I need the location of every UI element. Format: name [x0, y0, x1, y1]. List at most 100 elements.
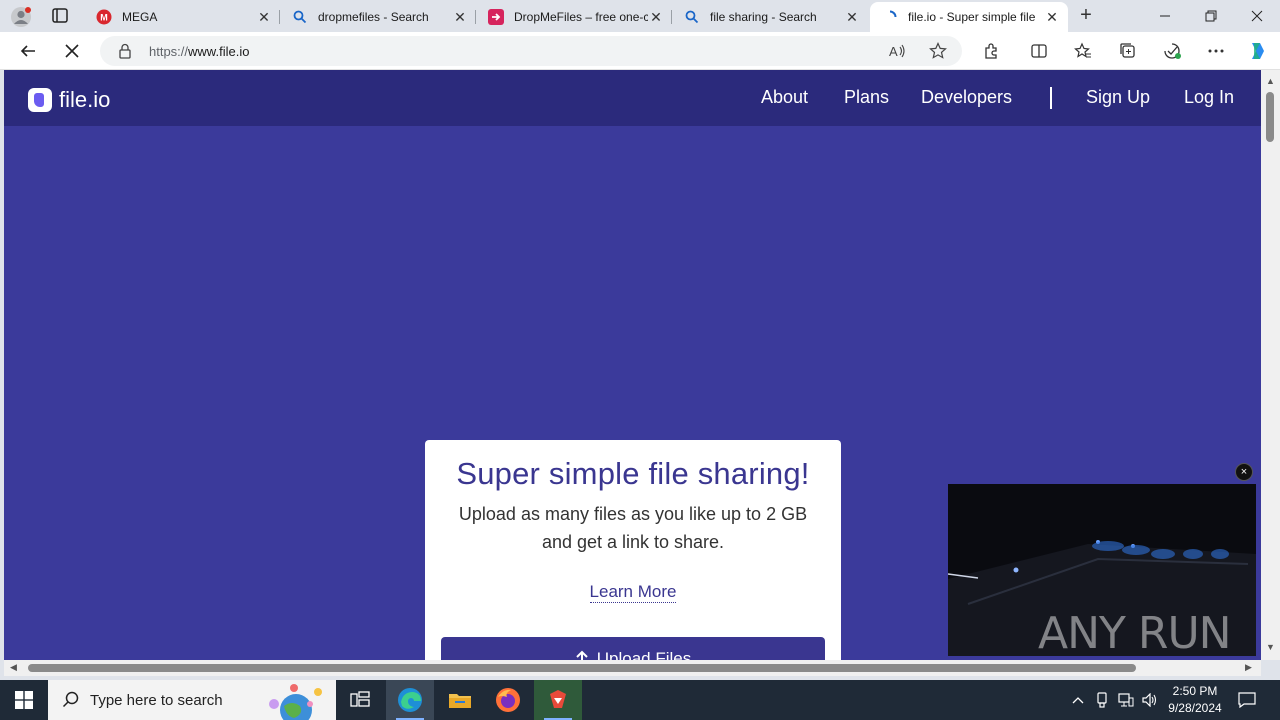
copilot-icon[interactable]: [1246, 40, 1268, 62]
minimize-button[interactable]: [1142, 0, 1188, 32]
start-button[interactable]: [0, 680, 48, 720]
close-window-button[interactable]: [1234, 0, 1280, 32]
split-screen-icon[interactable]: [1028, 40, 1050, 62]
taskbar-anyrun-app[interactable]: [534, 680, 582, 720]
upload-arrow-icon: [576, 650, 588, 660]
close-tab-icon[interactable]: ✕: [1044, 9, 1060, 25]
nav-developers-link[interactable]: Developers: [921, 87, 1012, 108]
favorite-star-icon[interactable]: [927, 40, 949, 62]
hero-title: Super simple file sharing!: [456, 456, 810, 491]
vertical-scrollbar[interactable]: ▲ ▼: [1261, 70, 1280, 660]
close-video-button[interactable]: ×: [1235, 463, 1253, 481]
horizontal-scroll-thumb[interactable]: [28, 664, 1136, 672]
taskbar-search-placeholder: Type here to search: [90, 691, 223, 709]
close-tab-icon[interactable]: ✕: [648, 9, 664, 25]
hero-card: Super simple file sharing! Upload as man…: [425, 440, 841, 660]
lock-icon[interactable]: [118, 43, 132, 64]
search-highlight-globe-icon: [269, 684, 322, 720]
browser-essentials-icon[interactable]: [1161, 40, 1183, 62]
volume-button[interactable]: [1140, 680, 1160, 720]
close-tab-icon[interactable]: ✕: [256, 9, 272, 25]
upload-files-button[interactable]: Upload Files: [441, 637, 825, 660]
taskbar-edge[interactable]: [386, 680, 434, 720]
tab-mega[interactable]: M MEGA ✕: [84, 2, 280, 32]
restore-button[interactable]: [1188, 0, 1234, 32]
chevron-up-icon: [1072, 697, 1084, 704]
anyrun-app-icon: [550, 690, 566, 708]
vertical-scroll-thumb[interactable]: [1266, 92, 1274, 142]
search-icon: [62, 691, 79, 708]
nav-plans-link[interactable]: Plans: [844, 87, 889, 108]
tab-fileio[interactable]: file.io - Super simple file ✕: [870, 2, 1068, 32]
scroll-right-icon[interactable]: ▶: [1245, 662, 1252, 673]
tab-actions-icon[interactable]: [50, 7, 70, 25]
nav-login-link[interactable]: Log In: [1184, 87, 1234, 108]
clock-time: 2:50 PM: [1172, 684, 1218, 698]
address-bar[interactable]: https://www.file.io A: [100, 36, 962, 66]
network-button[interactable]: [1116, 680, 1136, 720]
upload-files-label: Upload Files: [596, 649, 692, 660]
profile-icon[interactable]: [10, 6, 32, 28]
tab-file-sharing-search[interactable]: file sharing - Search ✕: [672, 2, 868, 32]
firefox-icon: [496, 688, 520, 712]
search-icon: [292, 9, 308, 25]
more-menu-icon[interactable]: [1205, 40, 1227, 62]
tab-dropmefiles-search[interactable]: dropmefiles - Search ✕: [280, 2, 476, 32]
notifications-button[interactable]: [1234, 680, 1260, 720]
clock-date: 9/28/2024: [1168, 701, 1222, 715]
network-icon: [1118, 693, 1134, 707]
horizontal-scrollbar[interactable]: ◀ ▶: [4, 660, 1261, 676]
scroll-left-icon[interactable]: ◀: [10, 662, 17, 673]
favorites-icon[interactable]: [1072, 40, 1094, 62]
extensions-icon[interactable]: [980, 40, 1002, 62]
learn-more-link[interactable]: Learn More: [589, 582, 677, 603]
url-host: www.file.io: [188, 44, 250, 59]
tab-title: DropMeFiles – free one-c: [514, 10, 648, 24]
close-tab-icon[interactable]: ✕: [844, 9, 860, 25]
scroll-down-icon[interactable]: ▼: [1266, 642, 1275, 652]
tab-title: file sharing - Search: [710, 10, 817, 24]
taskbar-file-explorer[interactable]: [436, 680, 484, 720]
tab-title: MEGA: [122, 10, 158, 24]
new-tab-button[interactable]: +: [1076, 5, 1096, 26]
tab-title: dropmefiles - Search: [318, 10, 429, 24]
nav-divider: [1050, 87, 1052, 109]
fileio-logo-icon: [28, 88, 52, 112]
scroll-up-icon[interactable]: ▲: [1266, 76, 1275, 86]
windows-taskbar: Type here to search 2:50 PM 9/28/2024: [0, 680, 1280, 720]
taskbar-firefox[interactable]: [484, 680, 532, 720]
taskbar-search-box[interactable]: Type here to search: [48, 680, 336, 720]
url-prefix: https://: [149, 44, 189, 59]
svg-text:A: A: [889, 44, 898, 59]
mega-icon: M: [96, 9, 112, 25]
logo-text: file.io: [59, 87, 111, 112]
task-view-button[interactable]: [336, 680, 384, 720]
nav-signup-link[interactable]: Sign Up: [1086, 87, 1150, 108]
hero-subtitle: Upload as many files as you like up to 2…: [458, 504, 808, 552]
volume-icon: [1142, 693, 1157, 707]
dropmefiles-icon: [488, 9, 504, 25]
windows-logo-icon: [15, 691, 33, 709]
browser-toolbar: https://www.file.io A: [0, 32, 1280, 70]
taskbar-clock[interactable]: 2:50 PM 9/28/2024: [1162, 683, 1228, 717]
site-logo[interactable]: file.io: [28, 87, 110, 113]
tab-strip: M MEGA ✕ dropmefiles - Search ✕ DropMeFi…: [0, 0, 1280, 32]
close-tab-icon[interactable]: ✕: [452, 9, 468, 25]
svg-text:M: M: [100, 13, 108, 23]
usb-device-icon: [1097, 692, 1107, 708]
back-button[interactable]: [16, 39, 40, 63]
stop-loading-button[interactable]: [60, 39, 84, 63]
nav-about-link[interactable]: About: [761, 87, 808, 108]
anyrun-watermark: ANY RUN: [1038, 608, 1232, 659]
tray-device-icon[interactable]: [1092, 680, 1112, 720]
task-view-icon: [350, 691, 370, 707]
file-explorer-icon: [449, 694, 471, 708]
url-text[interactable]: https://www.file.io: [149, 44, 249, 59]
edge-icon: [398, 688, 422, 712]
search-icon: [684, 9, 700, 25]
read-aloud-icon[interactable]: A: [887, 40, 909, 62]
tab-dropmefiles[interactable]: DropMeFiles – free one-c ✕: [476, 2, 672, 32]
collections-icon[interactable]: [1117, 40, 1139, 62]
show-hidden-icons-button[interactable]: [1068, 680, 1088, 720]
tab-title: file.io - Super simple file: [908, 10, 1036, 24]
